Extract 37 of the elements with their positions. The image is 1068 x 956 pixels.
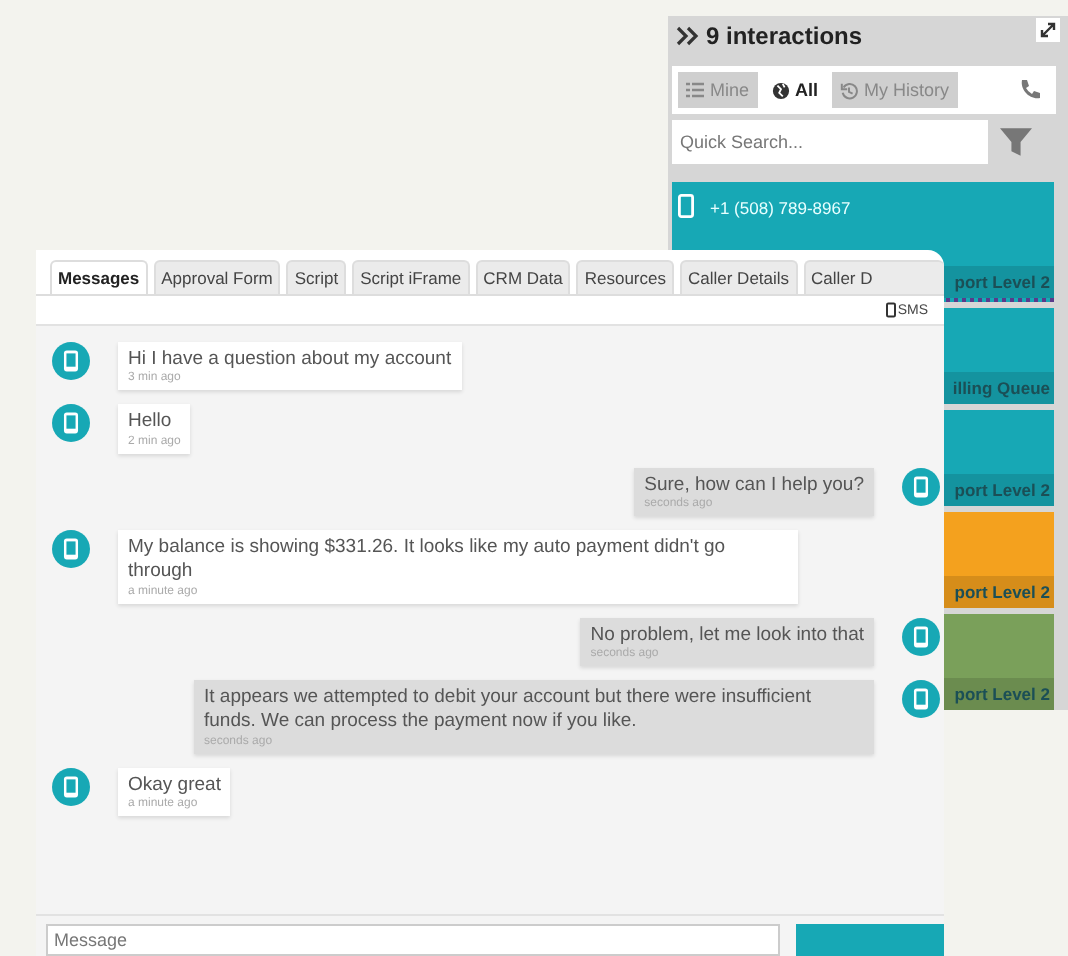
queue-name: illing Queue [952,378,1050,398]
mobile-phone-icon [885,302,896,318]
tab[interactable]: Caller Details [680,260,798,294]
phone-avatar-icon [52,342,90,380]
history-icon [840,81,859,99]
phone-icon[interactable] [1018,78,1042,102]
message-text: No problem, let me look into that [590,623,864,647]
message-text: My balance is showing $331.26. It looks like my auto payment didn't go through [128,536,728,585]
queue-name: port Level 2 [954,582,1050,602]
tab[interactable]: Messages [50,260,148,294]
queue-name: port Level 2 [954,272,1050,292]
filter-icon[interactable] [1000,126,1032,158]
mobile-phone-icon [678,194,694,218]
message-text: Sure, how can I help you? [644,473,864,497]
panel-title: 9 interactions [706,22,865,50]
message-text: Okay great [128,773,221,797]
tab[interactable]: Script iFrame [352,260,470,294]
phone-avatar-icon [52,767,90,806]
double-chevron-icon[interactable] [676,26,700,46]
phone-avatar-icon [52,530,90,569]
expand-icon[interactable] [1036,18,1060,42]
search-field[interactable]: Quick Search... [672,120,988,164]
message-input[interactable]: Message [46,924,780,956]
tab[interactable]: Approval Form [153,260,281,294]
list-icon [686,82,704,98]
message-text: Hello [128,410,174,435]
globe-icon [771,81,790,99]
tab[interactable]: Caller D [803,260,944,294]
queue-name: port Level 2 [954,480,1050,500]
tab[interactable]: Script [286,260,347,294]
tab[interactable]: Resources [576,260,674,294]
tab[interactable]: CRM Data [475,260,571,294]
message-text: It appears we attempted to debit your account but there were insufficient funds. We can process the payment now if you like. [204,686,813,735]
phone-avatar-icon [52,404,90,443]
message-text: Hi I have a question about my account [128,348,452,371]
queue-name: port Level 2 [954,684,1050,704]
phone-number: +1 (508) 789-8967 [710,198,851,218]
